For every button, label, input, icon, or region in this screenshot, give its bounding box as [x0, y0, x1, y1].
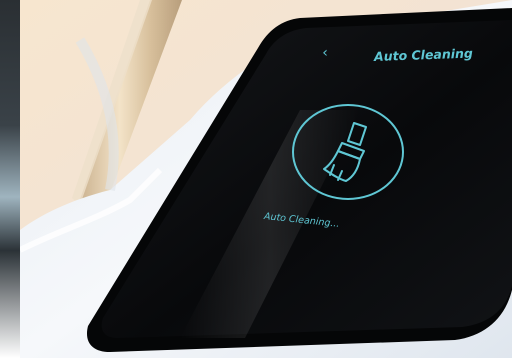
back-button[interactable]: ‹	[318, 45, 332, 61]
chevron-left-icon: ‹	[322, 45, 328, 61]
brush-icon	[323, 122, 367, 182]
product-photo: ‹ Auto Cleaning Auto Cleaning...	[0, 0, 512, 358]
left-edge-strip	[0, 0, 20, 358]
